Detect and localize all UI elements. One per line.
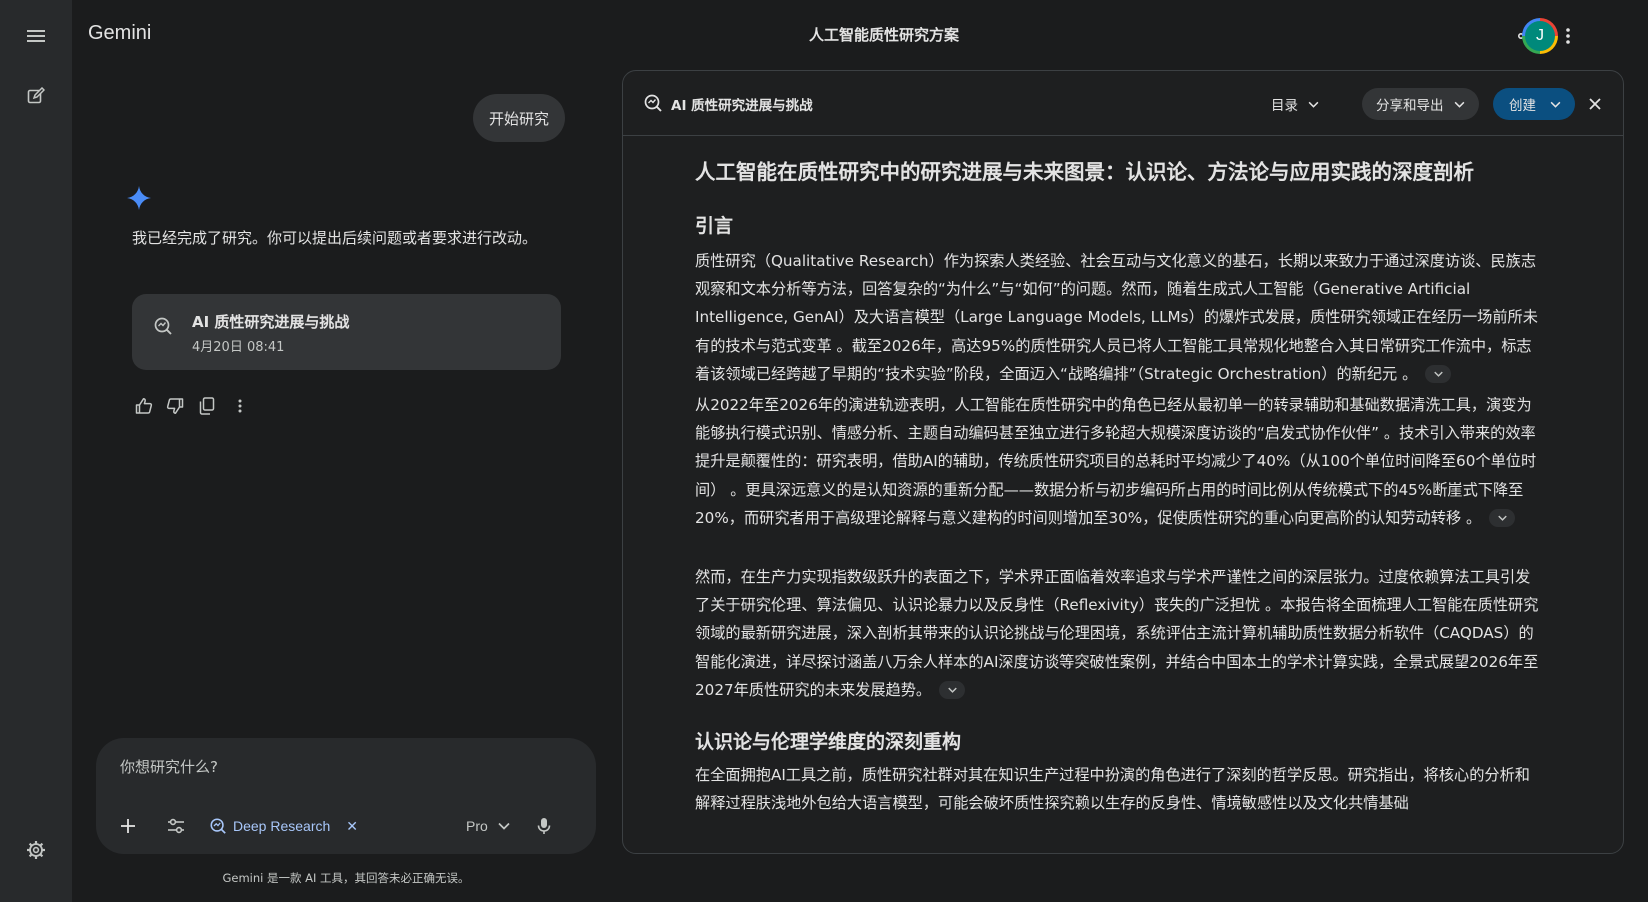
side-rail (0, 0, 72, 902)
close-icon[interactable] (1583, 92, 1607, 116)
paragraph-text: 质性研究（Qualitative Research）作为探索人类经验、社会互动与… (695, 252, 1538, 383)
chevron-down-icon (1454, 101, 1465, 108)
paragraph: 在全面拥抱AI工具之前，质性研究社群对其在知识生产过程中扮演的角色进行了深刻的哲… (695, 766, 1530, 813)
paragraph-text: 然而，在生产力实现指数级跃升的表面之下，学术界正面临着效率追求与学术严谨性之间的… (695, 568, 1539, 699)
avatar-letter: J (1525, 21, 1555, 51)
paragraph-text: 从2022年至2026年的演进轨迹表明，人工智能在质性研究中的角色已经从最初单一… (695, 396, 1537, 527)
deep-research-label: Deep Research (233, 818, 331, 834)
create-button[interactable]: 创建 (1493, 88, 1575, 120)
deep-research-icon (643, 93, 663, 113)
remove-tool-icon[interactable]: ✕ (346, 818, 358, 835)
microphone-icon[interactable] (528, 810, 560, 842)
section-heading: 引言 (695, 215, 734, 237)
paragraph: 质性研究（Qualitative Research）作为探索人类经验、社会互动与… (695, 247, 1545, 388)
more-vert-icon[interactable] (228, 394, 252, 418)
new-chat-icon[interactable] (20, 80, 52, 112)
deep-research-chip[interactable]: Deep Research ✕ (209, 812, 358, 840)
avatar[interactable]: J (1522, 18, 1558, 54)
research-document-panel: AI 质性研究进展与挑战 目录 分享和导出 创建 人工智能在质性研究中的研究进展… (622, 70, 1624, 854)
document-title: 人工智能在质性研究中的研究进展与未来图景：认识论、方法论与应用实践的深度剖析 (695, 160, 1474, 184)
paragraph: 然而，在生产力实现指数级跃升的表面之下，学术界正面临着效率追求与学术严谨性之间的… (695, 563, 1545, 704)
deep-research-icon (153, 316, 173, 336)
assistant-reply: 我已经完成了研究。你可以提出后续问题或者要求进行改动。 (132, 229, 538, 247)
chevron-down-icon (1308, 101, 1319, 108)
menu-icon[interactable] (20, 20, 52, 52)
toc-label: 目录 (1271, 98, 1298, 114)
top-bar: Gemini 人工智能质性研究方案 (72, 0, 1648, 72)
chevron-down-icon (1550, 101, 1561, 108)
research-card[interactable]: AI 质性研究进展与挑战 4月20日 08:41 (132, 294, 561, 370)
expand-sources-icon[interactable] (939, 681, 966, 700)
settings-gear-icon[interactable] (20, 834, 52, 866)
section-heading: 认识论与伦理学维度的深刻重构 (695, 731, 962, 753)
prompt-composer: Deep Research ✕ Pro (96, 738, 596, 854)
disclaimer: Gemini 是一款 AI 工具，其回答未必正确无误。 (222, 871, 470, 885)
thumbs-up-icon[interactable] (132, 394, 156, 418)
copy-icon[interactable] (195, 394, 219, 418)
research-card-date: 4月20日 08:41 (192, 340, 285, 355)
thumbs-down-icon[interactable] (163, 394, 187, 418)
add-icon[interactable] (112, 810, 144, 842)
expand-sources-icon[interactable] (1489, 509, 1516, 528)
tools-icon[interactable] (160, 810, 192, 842)
paragraph: 从2022年至2026年的演进轨迹表明，人工智能在质性研究中的角色已经从最初单一… (695, 391, 1545, 532)
share-export-button[interactable]: 分享和导出 (1362, 88, 1479, 120)
chevron-down-icon (498, 822, 510, 830)
share-export-label: 分享和导出 (1376, 98, 1444, 114)
conversation-title: 人工智能质性研究方案 (808, 26, 959, 44)
expand-sources-icon[interactable] (1425, 365, 1452, 384)
document-header: AI 质性研究进展与挑战 目录 分享和导出 创建 (623, 71, 1623, 136)
prompt-input[interactable] (120, 758, 560, 776)
document-header-title: AI 质性研究进展与挑战 (671, 98, 813, 114)
research-card-title: AI 质性研究进展与挑战 (192, 313, 350, 331)
brand-logo[interactable]: Gemini (88, 22, 151, 45)
model-selector[interactable]: Pro (466, 812, 510, 840)
deep-research-icon (209, 817, 227, 835)
gemini-spark-icon (127, 186, 151, 210)
create-label: 创建 (1509, 98, 1536, 114)
user-message: 开始研究 (473, 94, 566, 142)
toc-button[interactable]: 目录 (1271, 90, 1319, 118)
model-label: Pro (466, 818, 488, 834)
